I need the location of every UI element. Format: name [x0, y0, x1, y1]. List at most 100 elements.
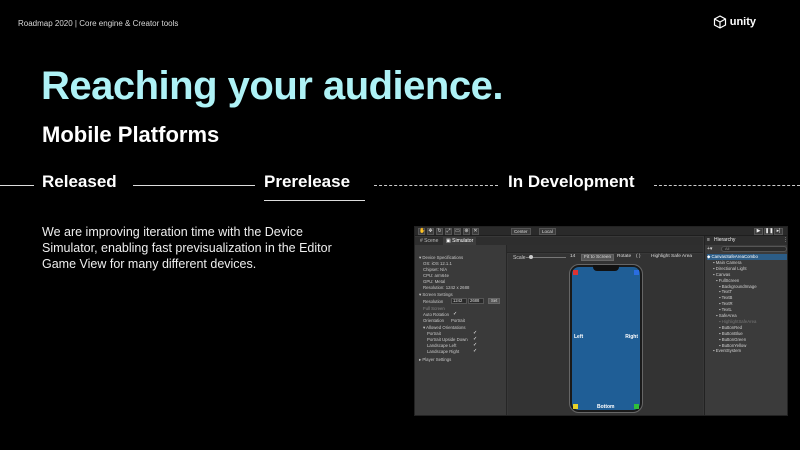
hierarchy-item[interactable]: ▪ TextT [719, 289, 732, 294]
button-blue[interactable] [634, 270, 639, 275]
hierarchy-item-label: FullScreen [718, 277, 740, 283]
roadmap-timeline: Released Prerelease In Development [0, 168, 800, 202]
resolution-width-input[interactable]: 1242 [451, 298, 467, 304]
resolution-height-input[interactable]: 2688 [468, 298, 484, 304]
simulator-tabbar: # Scene ▣ Simulator [415, 237, 703, 245]
hierarchy-item[interactable]: ▪ Main Camera [713, 260, 742, 265]
pivot-local-button[interactable]: Local [539, 228, 556, 235]
hand-tool-icon[interactable]: ✋ [418, 228, 425, 235]
scale-value: 14 [570, 254, 576, 259]
hierarchy-item-label: TextL [721, 307, 732, 313]
hierarchy-item[interactable]: ▪ Canvas [713, 272, 730, 277]
highlight-safe-area-toggle[interactable]: Highlight Safe Area [649, 253, 694, 260]
add-object-button[interactable]: +▾ [707, 246, 712, 252]
button-yellow[interactable] [573, 404, 578, 409]
hierarchy-item-label: ButtonYellow [721, 342, 747, 348]
pause-icon[interactable]: ❚❚ [764, 228, 773, 235]
tab-hierarchy[interactable]: Hierarchy ≡ ⋮ [705, 236, 787, 245]
hierarchy-item-label: ButtonBlue [721, 330, 743, 336]
scale-slider-handle[interactable] [529, 255, 533, 259]
hierarchy-item[interactable]: ▪ TextR [719, 301, 733, 306]
landscape-right-checkbox[interactable]: ✓ [473, 349, 478, 354]
fit-to-screen-button[interactable]: Fit to Screen [581, 254, 615, 261]
hierarchy-item[interactable]: ▪ TextB [719, 295, 732, 300]
phone-text-bottom: Bottom [597, 404, 615, 410]
set-resolution-button[interactable]: Set [488, 298, 501, 304]
hierarchy-item[interactable]: ▪ ButtonGreen [719, 337, 746, 342]
rotate-tool-icon[interactable]: ↻ [436, 228, 443, 235]
orientation-label: Orientation [423, 318, 445, 323]
full-screen-label: Full Screen [423, 306, 445, 311]
resolution-label: Resolution [423, 299, 444, 304]
button-red[interactable] [573, 270, 578, 275]
spec-resolution: Resolution: 1242 x 2688 [423, 285, 470, 290]
hierarchy-item-label: Canvas [715, 271, 731, 277]
landscape-left-label: Landscape Left [427, 343, 457, 348]
unity-cube-icon [713, 15, 726, 29]
timeline-released: Released [42, 172, 117, 191]
rect-tool-icon[interactable]: ▭ [454, 228, 461, 235]
timeline-current-marker [264, 200, 365, 201]
hierarchy-item-label: ButtonRed [721, 324, 743, 330]
screen-settings-heading[interactable]: ▾ Screen Settings [419, 292, 453, 298]
hierarchy-item[interactable]: ▪ HighlightSafeArea [719, 319, 756, 324]
button-green[interactable] [634, 404, 639, 409]
hierarchy-item[interactable]: ▪ ButtonYellow [719, 343, 746, 348]
hierarchy-item[interactable]: ▪ EventSystem [713, 348, 741, 353]
spec-gpu: GPU: Metal [423, 279, 446, 284]
pivot-center-button[interactable]: Center [511, 228, 531, 235]
rotate-label: Rotate [617, 254, 632, 259]
hierarchy-item[interactable]: ▪ FullScreen [716, 278, 739, 283]
hierarchy-item-label: TextR [721, 301, 733, 307]
editor-toolbar: ✋ ✥ ↻ ⤢ ▭ ⊕ ✕ Center Local ▶ ❚❚ ▸| [415, 227, 787, 236]
auto-rotation-checkbox[interactable]: ✓ [453, 312, 458, 317]
unity-logo-text: unity [729, 16, 756, 28]
transform-tool-icon[interactable]: ⊕ [463, 228, 470, 235]
hierarchy-item[interactable]: ▪ TextL [719, 307, 732, 312]
timeline-prerelease: Prerelease [264, 172, 351, 191]
hierarchy-search-input[interactable]: All [721, 246, 787, 252]
scene-icon: # [420, 238, 423, 244]
player-settings-heading[interactable]: ▸ Player Settings [419, 357, 451, 363]
hierarchy-item[interactable]: ▪ ButtonRed [719, 325, 742, 330]
unity-logo: unity [713, 15, 756, 29]
tab-hierarchy-label: Hierarchy [714, 237, 736, 243]
rotate-icon[interactable]: ( ) [634, 253, 643, 260]
portrait-label: Portrait [427, 331, 441, 336]
device-preview[interactable]: Left Right Bottom [569, 264, 643, 413]
hierarchy-item-label: Directional Light [715, 265, 747, 271]
more-options-icon[interactable]: ⋮ [783, 236, 787, 245]
scale-label: Scale [513, 255, 526, 261]
simulator-icon: ▣ [446, 238, 451, 244]
hierarchy-item-label: SafeArea [718, 313, 737, 318]
step-icon[interactable]: ▸| [774, 228, 783, 235]
portrait-upside-label: Portrait Upside Down [427, 337, 468, 342]
hierarchy-item[interactable]: ▪ BackgroundImage [719, 284, 757, 289]
simulator-settings-panel: ▾ Device Specifications OS: iOS 12.1.1 C… [415, 245, 507, 415]
roadmap-label: Roadmap 2020 | Core engine & Creator too… [18, 19, 179, 28]
scale-tool-icon[interactable]: ⤢ [445, 228, 452, 235]
timeline-dashed-line [654, 185, 800, 186]
spec-os: OS: iOS 12.1.1 [423, 261, 452, 266]
tab-scene[interactable]: # Scene [417, 237, 441, 245]
page-subtitle: Mobile Platforms [42, 122, 220, 147]
page-title: Reaching your audience. [41, 64, 503, 108]
hierarchy-panel: Hierarchy ≡ ⋮ +▾ All ◆ CanvasSafeAreaCom… [704, 236, 787, 415]
hierarchy-item[interactable]: ▪ SafeArea [716, 313, 737, 318]
move-tool-icon[interactable]: ✥ [427, 228, 434, 235]
landscape-right-label: Landscape Right [427, 349, 460, 354]
tab-simulator-label: Simulator [452, 238, 474, 244]
hierarchy-icon: ≡ [707, 237, 710, 243]
tab-scene-label: Scene [424, 238, 439, 244]
timeline-in-development: In Development [508, 172, 635, 191]
hierarchy-item[interactable]: ▪ ButtonBlue [719, 331, 743, 336]
play-icon[interactable]: ▶ [754, 228, 763, 235]
spec-cpu: CPU: arm64e [423, 273, 450, 278]
custom-tool-icon[interactable]: ✕ [472, 228, 479, 235]
auto-rotation-label: Auto Rotation [423, 312, 450, 317]
hierarchy-item-label: HighlightSafeArea [721, 318, 757, 324]
hierarchy-item-label: BackgroundImage [721, 283, 757, 289]
orientation-dropdown[interactable]: Portrait [451, 318, 465, 323]
tab-simulator[interactable]: ▣ Simulator [443, 237, 477, 245]
hierarchy-item[interactable]: ▪ Directional Light [713, 266, 747, 271]
